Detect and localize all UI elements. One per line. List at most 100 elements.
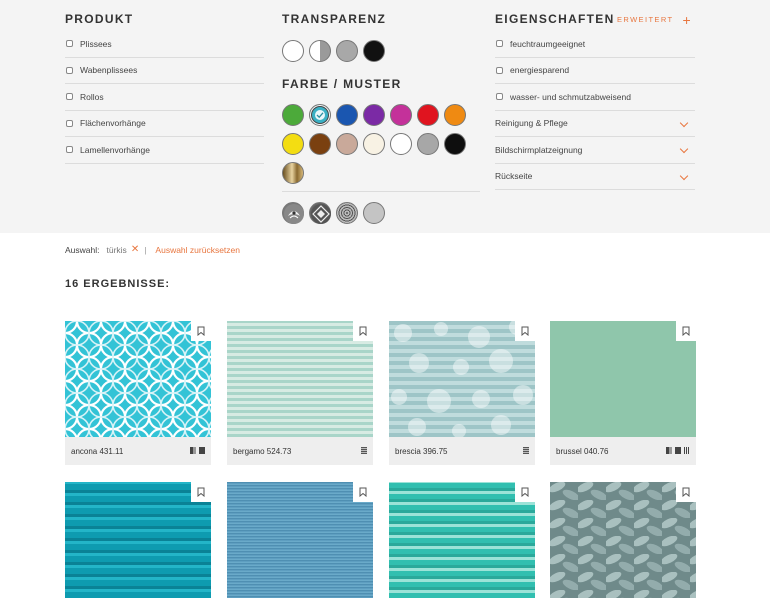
dropdown-label: Rückseite	[495, 171, 533, 182]
product-footer: ancona 431.11	[65, 437, 211, 465]
color-swatch-braun[interactable]	[309, 133, 331, 155]
dropdown-reinigung[interactable]: Reinigung & Pflege	[495, 111, 695, 137]
product-image	[227, 321, 373, 437]
product-footer: brussel 040.76	[550, 437, 696, 465]
checkbox[interactable]	[66, 40, 73, 48]
transparency-swatch-half[interactable]	[309, 40, 331, 62]
product-image	[550, 321, 696, 437]
checkbox[interactable]	[496, 93, 503, 101]
bookmark-icon[interactable]	[676, 321, 696, 341]
produkt-option-wabenplissees[interactable]: Wabenplissees	[65, 58, 264, 84]
product-name: ancona 431.11	[71, 446, 124, 456]
property-energiesparend[interactable]: energiesparend	[495, 58, 695, 84]
transparency-icon	[190, 447, 196, 454]
transparency-swatch-dark[interactable]	[363, 40, 385, 62]
produkt-list: Plissees Wabenplissees Rollos Flächenvor…	[65, 31, 264, 164]
color-swatch-beige[interactable]	[336, 133, 358, 155]
checkbox[interactable]	[66, 93, 73, 101]
reset-selection-link[interactable]: Auswahl zurücksetzen	[155, 245, 240, 255]
product-name: brescia 396.75	[395, 446, 448, 456]
checkbox[interactable]	[66, 119, 73, 127]
color-swatch-metallic[interactable]	[282, 162, 304, 184]
color-swatch-creme[interactable]	[363, 133, 385, 155]
filter-heading-transparenz: TRANSPARENZ	[282, 12, 387, 26]
product-feature-icons	[190, 447, 205, 454]
separator: |	[144, 244, 147, 255]
transparency-swatch-transparent[interactable]	[282, 40, 304, 62]
color-swatch-weiß[interactable]	[390, 133, 412, 155]
selection-label: Auswahl:	[65, 244, 100, 255]
dropdown-label: Reinigung & Pflege	[495, 118, 568, 129]
color-swatch-rot[interactable]	[417, 104, 439, 126]
option-label: energiesparend	[510, 65, 570, 76]
bookmark-icon[interactable]	[353, 482, 373, 502]
color-swatch-schwarz[interactable]	[444, 133, 466, 155]
dropdown-rueckseite[interactable]: Rückseite	[495, 164, 695, 190]
transparency-icon	[666, 447, 672, 454]
selection-bar: Auswahl: türkis ✕ | Auswahl zurücksetzen	[65, 244, 240, 255]
product-name: bergamo 524.73	[233, 446, 292, 456]
transparency-swatch-opaque[interactable]	[336, 40, 358, 62]
remove-chip-icon[interactable]: ✕	[131, 244, 139, 255]
option-label: Plissees	[80, 38, 112, 49]
pleated-icon	[523, 447, 529, 454]
checkbox[interactable]	[496, 66, 503, 74]
color-swatch-pink[interactable]	[390, 104, 412, 126]
product-image	[65, 321, 211, 437]
product-image	[550, 482, 696, 598]
option-label: Flächenvorhänge	[80, 118, 146, 129]
results-count: 16 ERGEBNISSE:	[65, 278, 171, 290]
bookmark-icon[interactable]	[676, 482, 696, 502]
product-feature-icons	[361, 447, 367, 454]
product-image	[389, 321, 535, 437]
plus-icon: +	[682, 11, 693, 28]
color-swatch-lila[interactable]	[363, 104, 385, 126]
option-label: wasser- und schmutzabweisend	[510, 91, 631, 102]
bookmark-icon[interactable]	[515, 321, 535, 341]
product-footer: brescia 396.75	[389, 437, 535, 465]
produkt-option-rollos[interactable]: Rollos	[65, 84, 264, 111]
opaque-icon	[199, 447, 205, 454]
option-label: Lamellenvorhänge	[80, 144, 150, 155]
selection-chip-tuerkis: türkis	[106, 244, 127, 255]
eigenschaften-list: feuchtraumgeeignet energiesparend wasser…	[495, 31, 695, 190]
filter-panel: PRODUKT Plissees Wabenplissees Rollos Fl…	[0, 0, 770, 233]
color-swatch-gelb[interactable]	[282, 133, 304, 155]
color-swatch-grün[interactable]	[282, 104, 304, 126]
property-schmutzabweisend[interactable]: wasser- und schmutzabweisend	[495, 84, 695, 111]
dropdown-bildschirm[interactable]: Bildschirmplatzeignung	[495, 137, 695, 164]
produkt-option-plissees[interactable]: Plissees	[65, 31, 264, 58]
produkt-option-lamellenvorhaenge[interactable]: Lamellenvorhänge	[65, 137, 264, 164]
pattern-swatch-uni[interactable]	[363, 202, 385, 224]
pattern-swatch-geometric[interactable]	[309, 202, 331, 224]
checkbox[interactable]	[496, 40, 503, 48]
bookmark-icon[interactable]	[353, 321, 373, 341]
opaque-icon	[675, 447, 681, 454]
product-image	[65, 482, 211, 598]
bookmark-icon[interactable]	[191, 482, 211, 502]
product-feature-icons	[666, 447, 690, 454]
color-swatch-türkis[interactable]	[309, 104, 331, 126]
produkt-option-flaechenvorhaenge[interactable]: Flächenvorhänge	[65, 111, 264, 137]
check-icon	[315, 110, 325, 120]
extended-filter-toggle[interactable]: ERWEITERT +	[617, 11, 693, 28]
color-swatch-blau[interactable]	[336, 104, 358, 126]
property-feuchtraum[interactable]: feuchtraumgeeignet	[495, 31, 695, 58]
bookmark-icon[interactable]	[515, 482, 535, 502]
chevron-down-icon	[679, 118, 689, 127]
dropdown-label: Bildschirmplatzeignung	[495, 144, 583, 155]
filter-heading-farbe: FARBE / MUSTER	[282, 77, 402, 91]
pattern-swatch-dots[interactable]	[336, 202, 358, 224]
product-image	[227, 482, 373, 598]
checkbox[interactable]	[66, 146, 73, 154]
color-swatch-grau[interactable]	[417, 133, 439, 155]
pattern-swatch-floral[interactable]	[282, 202, 304, 224]
product-name: brussel 040.76	[556, 446, 609, 456]
checkbox[interactable]	[66, 66, 73, 74]
chevron-down-icon	[679, 171, 689, 180]
color-swatch-orange[interactable]	[444, 104, 466, 126]
product-image	[389, 482, 535, 598]
option-label: Wabenplissees	[80, 65, 138, 76]
product-feature-icons	[523, 447, 529, 454]
bookmark-icon[interactable]	[191, 321, 211, 341]
